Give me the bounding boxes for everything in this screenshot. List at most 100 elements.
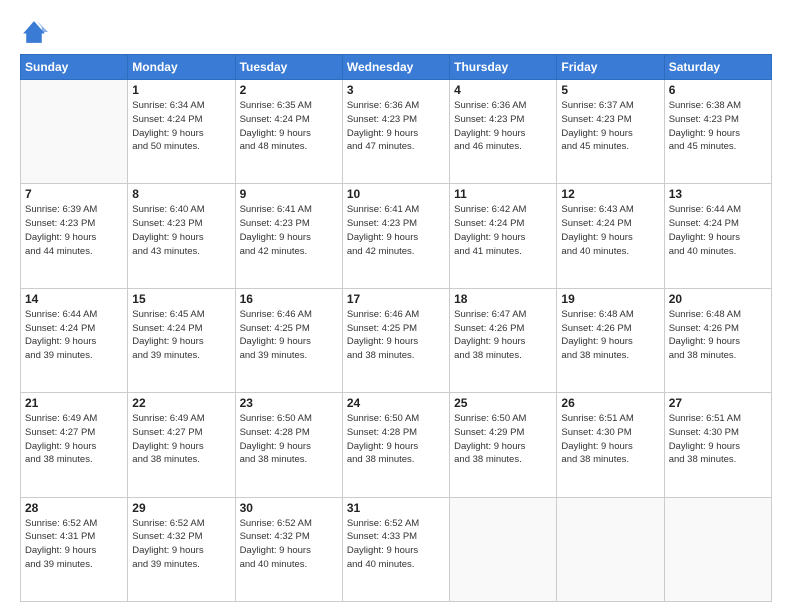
calendar-cell: 17 Sunrise: 6:46 AMSunset: 4:25 PMDayligh… [342, 288, 449, 392]
day-info: Sunrise: 6:36 AMSunset: 4:23 PMDaylight:… [347, 99, 445, 154]
calendar-cell: 3 Sunrise: 6:36 AMSunset: 4:23 PMDaylight… [342, 80, 449, 184]
calendar-cell [450, 497, 557, 601]
calendar-cell [557, 497, 664, 601]
week-row-2: 14 Sunrise: 6:44 AMSunset: 4:24 PMDayligh… [21, 288, 772, 392]
day-info: Sunrise: 6:37 AMSunset: 4:23 PMDaylight:… [561, 99, 659, 154]
day-info: Sunrise: 6:41 AMSunset: 4:23 PMDaylight:… [347, 203, 445, 258]
day-number: 27 [669, 396, 767, 410]
calendar-cell: 8 Sunrise: 6:40 AMSunset: 4:23 PMDaylight… [128, 184, 235, 288]
calendar-cell: 21 Sunrise: 6:49 AMSunset: 4:27 PMDayligh… [21, 393, 128, 497]
day-info: Sunrise: 6:40 AMSunset: 4:23 PMDaylight:… [132, 203, 230, 258]
day-info: Sunrise: 6:51 AMSunset: 4:30 PMDaylight:… [669, 412, 767, 467]
day-info: Sunrise: 6:42 AMSunset: 4:24 PMDaylight:… [454, 203, 552, 258]
day-number: 26 [561, 396, 659, 410]
calendar-cell: 14 Sunrise: 6:44 AMSunset: 4:24 PMDayligh… [21, 288, 128, 392]
calendar-cell: 30Sunrise: 6:52 AMSunset: 4:32 PMDayligh… [235, 497, 342, 601]
calendar-cell: 27 Sunrise: 6:51 AMSunset: 4:30 PMDayligh… [664, 393, 771, 497]
calendar-cell: 29Sunrise: 6:52 AMSunset: 4:32 PMDayligh… [128, 497, 235, 601]
day-number: 9 [240, 187, 338, 201]
calendar-cell [664, 497, 771, 601]
weekday-header-friday: Friday [557, 55, 664, 80]
calendar-cell: 31 Sunrise: 6:52 AMSunset: 4:33 PMDayligh… [342, 497, 449, 601]
day-info: Sunrise: 6:50 AMSunset: 4:28 PMDaylight:… [347, 412, 445, 467]
day-number: 1 [132, 83, 230, 97]
day-info: Sunrise: 6:34 AMSunset: 4:24 PMDaylight:… [132, 99, 230, 154]
day-number: 30 [240, 501, 338, 515]
calendar-cell: 7Sunrise: 6:39 AMSunset: 4:23 PMDaylight… [21, 184, 128, 288]
calendar-cell: 24Sunrise: 6:50 AMSunset: 4:28 PMDayligh… [342, 393, 449, 497]
week-row-4: 28 Sunrise: 6:52 AMSunset: 4:31 PMDayligh… [21, 497, 772, 601]
calendar-cell: 12 Sunrise: 6:43 AMSunset: 4:24 PMDayligh… [557, 184, 664, 288]
day-info: Sunrise: 6:48 AMSunset: 4:26 PMDaylight:… [669, 308, 767, 363]
day-info: Sunrise: 6:44 AMSunset: 4:24 PMDaylight:… [25, 308, 123, 363]
day-number: 19 [561, 292, 659, 306]
day-info: Sunrise: 6:52 AMSunset: 4:31 PMDaylight:… [25, 517, 123, 572]
calendar-cell: 23 Sunrise: 6:50 AMSunset: 4:28 PMDayligh… [235, 393, 342, 497]
calendar: SundayMondayTuesdayWednesdayThursdayFrid… [20, 54, 772, 602]
day-number: 23 [240, 396, 338, 410]
calendar-cell: 25Sunrise: 6:50 AMSunset: 4:29 PMDayligh… [450, 393, 557, 497]
day-info: Sunrise: 6:44 AMSunset: 4:24 PMDaylight:… [669, 203, 767, 258]
day-number: 20 [669, 292, 767, 306]
day-number: 16 [240, 292, 338, 306]
day-info: Sunrise: 6:35 AMSunset: 4:24 PMDaylight:… [240, 99, 338, 154]
calendar-cell: 26 Sunrise: 6:51 AMSunset: 4:30 PMDayligh… [557, 393, 664, 497]
day-number: 17 [347, 292, 445, 306]
calendar-cell: 19 Sunrise: 6:48 AMSunset: 4:26 PMDayligh… [557, 288, 664, 392]
day-info: Sunrise: 6:50 AMSunset: 4:28 PMDaylight:… [240, 412, 338, 467]
calendar-cell: 5 Sunrise: 6:37 AMSunset: 4:23 PMDaylight… [557, 80, 664, 184]
day-number: 28 [25, 501, 123, 515]
day-info: Sunrise: 6:52 AMSunset: 4:33 PMDaylight:… [347, 517, 445, 572]
day-number: 10 [347, 187, 445, 201]
day-info: Sunrise: 6:47 AMSunset: 4:26 PMDaylight:… [454, 308, 552, 363]
day-info: Sunrise: 6:48 AMSunset: 4:26 PMDaylight:… [561, 308, 659, 363]
day-info: Sunrise: 6:43 AMSunset: 4:24 PMDaylight:… [561, 203, 659, 258]
page: SundayMondayTuesdayWednesdayThursdayFrid… [0, 0, 792, 612]
calendar-cell: 6Sunrise: 6:38 AMSunset: 4:23 PMDaylight… [664, 80, 771, 184]
day-number: 25 [454, 396, 552, 410]
calendar-cell: 22 Sunrise: 6:49 AMSunset: 4:27 PMDayligh… [128, 393, 235, 497]
calendar-cell: 10 Sunrise: 6:41 AMSunset: 4:23 PMDayligh… [342, 184, 449, 288]
day-number: 22 [132, 396, 230, 410]
day-info: Sunrise: 6:36 AMSunset: 4:23 PMDaylight:… [454, 99, 552, 154]
calendar-cell [21, 80, 128, 184]
day-number: 3 [347, 83, 445, 97]
calendar-cell: 13 Sunrise: 6:44 AMSunset: 4:24 PMDayligh… [664, 184, 771, 288]
day-number: 18 [454, 292, 552, 306]
day-number: 29 [132, 501, 230, 515]
weekday-header-thursday: Thursday [450, 55, 557, 80]
calendar-cell: 4Sunrise: 6:36 AMSunset: 4:23 PMDaylight… [450, 80, 557, 184]
day-number: 11 [454, 187, 552, 201]
weekday-header-row: SundayMondayTuesdayWednesdayThursdayFrid… [21, 55, 772, 80]
calendar-cell: 1 Sunrise: 6:34 AMSunset: 4:24 PMDaylight… [128, 80, 235, 184]
weekday-header-wednesday: Wednesday [342, 55, 449, 80]
day-number: 8 [132, 187, 230, 201]
day-number: 7 [25, 187, 123, 201]
day-number: 15 [132, 292, 230, 306]
calendar-cell: 16 Sunrise: 6:46 AMSunset: 4:25 PMDayligh… [235, 288, 342, 392]
day-info: Sunrise: 6:41 AMSunset: 4:23 PMDaylight:… [240, 203, 338, 258]
calendar-cell: 15 Sunrise: 6:45 AMSunset: 4:24 PMDayligh… [128, 288, 235, 392]
weekday-header-monday: Monday [128, 55, 235, 80]
header [20, 18, 772, 46]
day-number: 5 [561, 83, 659, 97]
day-number: 21 [25, 396, 123, 410]
logo-icon [20, 18, 48, 46]
day-info: Sunrise: 6:51 AMSunset: 4:30 PMDaylight:… [561, 412, 659, 467]
day-number: 12 [561, 187, 659, 201]
day-info: Sunrise: 6:46 AMSunset: 4:25 PMDaylight:… [240, 308, 338, 363]
day-info: Sunrise: 6:49 AMSunset: 4:27 PMDaylight:… [25, 412, 123, 467]
day-info: Sunrise: 6:38 AMSunset: 4:23 PMDaylight:… [669, 99, 767, 154]
day-info: Sunrise: 6:45 AMSunset: 4:24 PMDaylight:… [132, 308, 230, 363]
week-row-1: 7Sunrise: 6:39 AMSunset: 4:23 PMDaylight… [21, 184, 772, 288]
day-info: Sunrise: 6:49 AMSunset: 4:27 PMDaylight:… [132, 412, 230, 467]
calendar-cell: 20 Sunrise: 6:48 AMSunset: 4:26 PMDayligh… [664, 288, 771, 392]
day-info: Sunrise: 6:46 AMSunset: 4:25 PMDaylight:… [347, 308, 445, 363]
day-number: 31 [347, 501, 445, 515]
calendar-cell: 9 Sunrise: 6:41 AMSunset: 4:23 PMDaylight… [235, 184, 342, 288]
day-number: 13 [669, 187, 767, 201]
week-row-3: 21 Sunrise: 6:49 AMSunset: 4:27 PMDayligh… [21, 393, 772, 497]
weekday-header-tuesday: Tuesday [235, 55, 342, 80]
day-number: 14 [25, 292, 123, 306]
weekday-header-saturday: Saturday [664, 55, 771, 80]
